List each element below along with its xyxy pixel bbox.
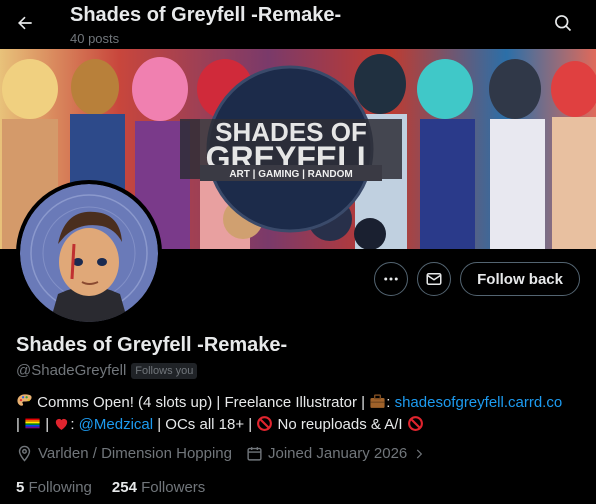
location-pin-icon [18,445,31,462]
avatar[interactable] [16,180,162,326]
more-button[interactable] [374,262,409,296]
rainbow-flag-icon [24,415,41,432]
following-label: Following [28,479,92,496]
location-text: Varlden / Dimension Hopping [38,445,232,462]
followers-label: Followers [141,479,206,496]
location: Varlden / Dimension Hopping [16,445,232,462]
prohibited-icon [256,415,273,432]
follow-counts: 5 Following 254 Followers [16,479,205,496]
svg-text:ART | GAMING | RANDOM: ART | GAMING | RANDOM [229,169,352,180]
search-icon [555,15,572,32]
profile-bio: Comms Open! (4 slots up) | Freelance Ill… [16,392,584,436]
top-bar: Shades of Greyfell -Remake- 40 posts [0,0,596,49]
prohibited-icon [407,415,424,432]
follow-back-button[interactable]: Follow back [460,262,580,296]
back-button[interactable] [8,6,42,40]
page-title: Shades of Greyfell -Remake- [70,4,342,26]
bio-mention[interactable]: @Medzical [79,416,153,433]
bio-text-6: | OCs all 18+ | [153,416,257,433]
chevron-right-icon [417,449,423,458]
message-button[interactable] [417,262,452,296]
arrow-left-icon [18,16,32,30]
bio-text-1: Comms Open! (4 slots up) | Freelance Ill… [33,394,370,411]
bio-text-7: No reuploads & A/I [273,416,407,433]
bio-link-website[interactable]: shadesofgreyfell.carrd.co [395,394,563,411]
bio-text-3: | [16,416,25,433]
post-count: 40 posts [70,31,120,46]
heart-icon [53,415,70,432]
bio-text-4: | [41,416,54,433]
following-number: 5 [16,479,25,496]
calendar-icon [247,447,262,461]
more-icon [384,277,398,281]
followers-number: 254 [111,479,137,496]
display-name: Shades of Greyfell -Remake- [16,334,288,356]
banner-character-7 [489,59,545,249]
palette-icon [16,393,33,410]
profile-meta: Varlden / Dimension Hopping Joined Janua… [16,445,426,462]
handle: @ShadeGreyfell [16,362,127,379]
followers-count[interactable]: 254 Followers [112,479,205,496]
banner-character-8 [551,61,596,249]
handle-row: @ShadeGreyfell Follows you [16,362,198,379]
profile-actions: Follow back [374,262,580,296]
joined-text: Joined January 2026 [268,445,408,462]
search-button[interactable] [546,6,580,40]
mail-icon [426,273,442,285]
briefcase-icon [369,393,386,410]
following-count[interactable]: 5 Following [16,479,92,496]
follows-you-badge: Follows you [131,362,198,379]
bio-text-2: : [386,394,395,411]
header-title-block: Shades of Greyfell -Remake- 40 posts [70,3,341,48]
banner-character-6 [417,59,475,249]
bio-text-5: : [70,416,79,433]
joined-date[interactable]: Joined January 2026 [246,445,426,462]
